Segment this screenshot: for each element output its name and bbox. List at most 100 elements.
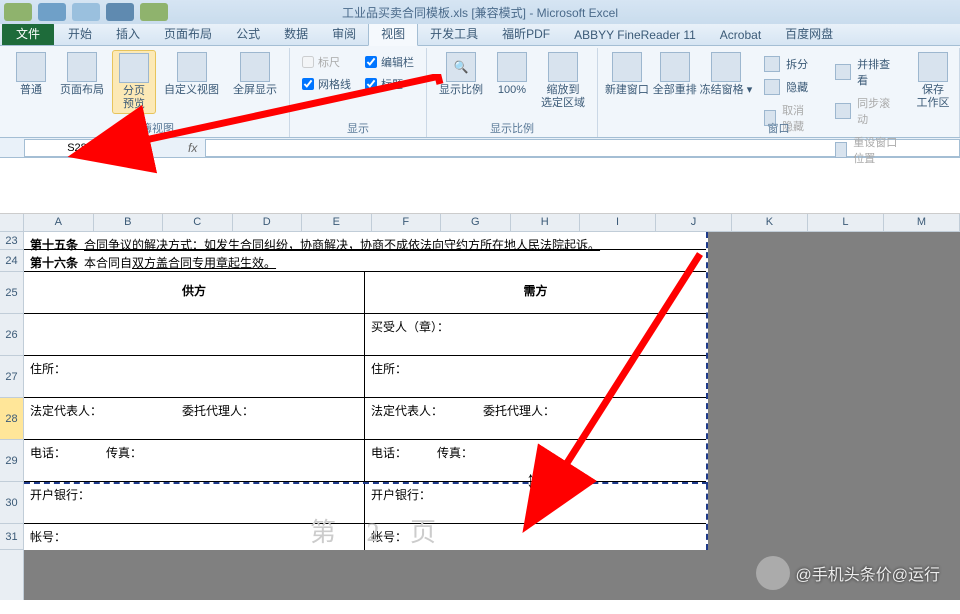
tab-insert[interactable]: 插入 [104, 22, 152, 45]
column-header[interactable]: E [302, 214, 372, 231]
freeze-panes-button[interactable]: 冻结窗格 ▾ [700, 50, 752, 99]
zoom-button[interactable]: 🔍显示比例 [433, 50, 489, 99]
column-header[interactable]: K [732, 214, 808, 231]
split-button[interactable]: 拆分 [760, 54, 817, 74]
zoom100-icon [497, 52, 527, 82]
page-break-icon [119, 53, 149, 83]
tab-dev[interactable]: 开发工具 [418, 22, 490, 45]
ribbon-tabs: 文件 开始 插入 页面布局 公式 数据 审阅 视图 开发工具 福昕PDF ABB… [0, 24, 960, 46]
group-label: 窗口 [598, 120, 959, 136]
tab-view[interactable]: 视图 [368, 21, 418, 46]
page-layout-button[interactable]: 页面布局 [54, 50, 110, 99]
image-watermark: @手机头条价@运行 [756, 556, 941, 590]
full-screen-button[interactable]: 全屏显示 [227, 50, 283, 99]
supplier-header: 供方 [24, 272, 365, 313]
tab-acrobat[interactable]: Acrobat [708, 25, 773, 45]
freeze-icon [711, 52, 741, 82]
zoom100-button[interactable]: 100% [491, 50, 533, 99]
tab-baidu[interactable]: 百度网盘 [773, 22, 845, 45]
group-label: 显示 [290, 120, 426, 136]
fx-label[interactable]: fx [180, 141, 205, 155]
column-header[interactable]: A [24, 214, 94, 231]
ruler-checkbox: 标尺 [302, 54, 351, 70]
headings-checkbox[interactable]: 标题 [365, 76, 414, 92]
row-header[interactable]: 27 [0, 356, 23, 398]
tab-data[interactable]: 数据 [272, 22, 320, 45]
window-title: 工业品买卖合同模板.xls [兼容模式] - Microsoft Excel [342, 4, 618, 21]
hide-button[interactable]: 隐藏 [760, 77, 817, 97]
side-by-side-button[interactable]: 并排查看 [831, 54, 905, 90]
arrange-all-button[interactable]: 全部重排 [652, 50, 698, 99]
group-workbook-views: 普通 页面布局 分页预览 自定义视图 全屏显示 工作簿视图 [4, 48, 290, 137]
full-screen-icon [240, 52, 270, 82]
normal-view-button[interactable]: 普通 [10, 50, 52, 99]
column-header[interactable]: I [580, 214, 656, 231]
group-show: 标尺 网格线 编辑栏 标题 显示 [290, 48, 427, 137]
qat-icon[interactable] [4, 3, 32, 21]
contract-table[interactable]: 第十五条 合同争议的解决方式：如发生合同纠纷，协商解决，协商不成依法向守约方所在… [24, 232, 708, 550]
column-header[interactable]: D [233, 214, 303, 231]
column-header[interactable]: F [372, 214, 442, 231]
page-break-line[interactable] [24, 482, 708, 484]
watermark-logo-icon [756, 556, 790, 590]
tab-home[interactable]: 开始 [56, 22, 104, 45]
resetpos-icon [835, 142, 847, 158]
row-header[interactable]: 24 [0, 250, 23, 272]
qat-icon[interactable] [38, 3, 66, 21]
tab-layout[interactable]: 页面布局 [152, 22, 224, 45]
select-all-corner[interactable] [0, 214, 24, 232]
new-window-button[interactable]: 新建窗口 [604, 50, 650, 99]
tab-abbyy[interactable]: ABBYY FineReader 11 [562, 25, 708, 45]
column-headers: ABCDEFGHIJKLM [24, 214, 960, 232]
row-header[interactable]: 29 [0, 440, 23, 482]
formula-bar-checkbox[interactable]: 编辑栏 [365, 54, 414, 70]
qat-icon[interactable] [106, 3, 134, 21]
tab-formulas[interactable]: 公式 [224, 22, 272, 45]
column-header[interactable]: C [163, 214, 233, 231]
row-header[interactable]: 26 [0, 314, 23, 356]
reset-pos-button[interactable]: 重设窗口位置 [831, 132, 905, 168]
column-header[interactable]: G [441, 214, 511, 231]
save-ws-icon [918, 52, 948, 82]
new-window-icon [612, 52, 642, 82]
tab-review[interactable]: 审阅 [320, 22, 368, 45]
group-window: 新建窗口 全部重排 冻结窗格 ▾ 拆分 隐藏 取消隐藏 并排查看 同步滚动 重设… [598, 48, 960, 137]
gridlines-checkbox[interactable]: 网格线 [302, 76, 351, 92]
save-workspace-button[interactable]: 保存工作区 [913, 50, 953, 112]
page-layout-icon [67, 52, 97, 82]
custom-views-button[interactable]: 自定义视图 [158, 50, 225, 99]
column-header[interactable]: H [511, 214, 581, 231]
qat-icons [4, 3, 168, 21]
row-header[interactable]: 30 [0, 482, 23, 524]
tab-fuxin[interactable]: 福昕PDF [490, 22, 562, 45]
column-header[interactable]: M [884, 214, 960, 231]
tab-file[interactable]: 文件 [2, 22, 54, 45]
row-header[interactable]: 23 [0, 232, 23, 250]
zoom-icon: 🔍 [446, 52, 476, 82]
group-label: 工作簿视图 [4, 120, 289, 136]
zoom-selection-button[interactable]: 缩放到选定区域 [535, 50, 591, 112]
column-header[interactable]: B [94, 214, 164, 231]
qat-icon[interactable] [140, 3, 168, 21]
row-header[interactable]: 28 [0, 398, 23, 440]
qat-icon[interactable] [72, 3, 100, 21]
sync-icon [835, 103, 851, 119]
buyer-header: 需方 [365, 272, 706, 313]
out-of-print-area [708, 232, 960, 600]
sidebyside-icon [835, 64, 851, 80]
worksheet-area[interactable]: ABCDEFGHIJKLM 232425262728293031 第十五条 合同… [0, 214, 960, 600]
normal-icon [16, 52, 46, 82]
split-icon [764, 56, 780, 72]
hide-icon [764, 79, 780, 95]
group-zoom: 🔍显示比例 100% 缩放到选定区域 显示比例 [427, 48, 598, 137]
zoom-sel-icon [548, 52, 578, 82]
column-header[interactable]: J [656, 214, 732, 231]
page-break-preview-button[interactable]: 分页预览 [112, 50, 156, 114]
column-header[interactable]: L [808, 214, 884, 231]
row-header[interactable]: 25 [0, 272, 23, 314]
title-bar: 工业品买卖合同模板.xls [兼容模式] - Microsoft Excel [0, 0, 960, 24]
custom-views-icon [177, 52, 207, 82]
name-box[interactable]: S28 [24, 139, 130, 157]
row-header[interactable]: 31 [0, 524, 23, 550]
group-label: 显示比例 [427, 120, 597, 136]
